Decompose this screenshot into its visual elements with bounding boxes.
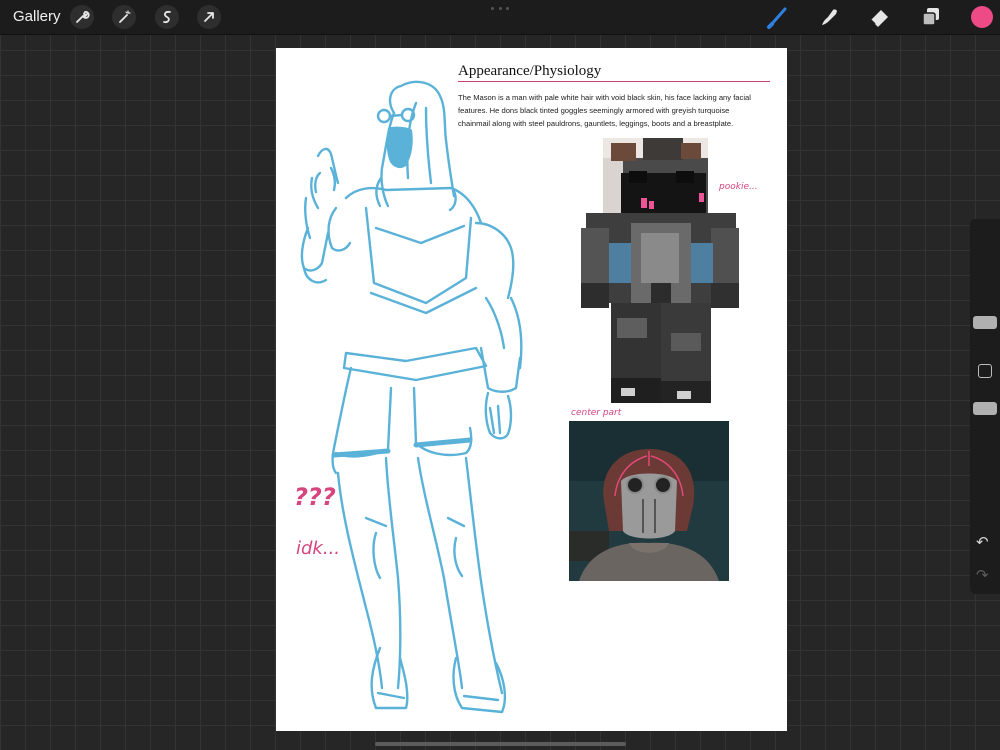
right-sidebar: ↶ ↷ (970, 219, 1000, 594)
character-portrait (569, 421, 729, 581)
redo-icon[interactable]: ↷ (976, 568, 989, 584)
color-swatch[interactable] (971, 6, 993, 28)
center-part-note: center part (571, 408, 622, 418)
eraser-icon[interactable] (867, 5, 893, 29)
top-toolbar: Gallery (0, 0, 1000, 35)
minecraft-skin-image (581, 138, 739, 403)
opacity-slider[interactable] (973, 402, 997, 415)
selection-icon[interactable] (155, 5, 179, 29)
idk-note: idk... (296, 538, 341, 559)
brush-icon[interactable] (765, 5, 791, 29)
modify-square-icon[interactable] (978, 364, 992, 378)
doc-description: The Mason is a man with pale white hair … (458, 93, 751, 128)
layers-icon[interactable] (918, 5, 944, 29)
drawing-canvas[interactable]: Appearance/Physiology The Mason is a man… (276, 48, 787, 731)
skin-note: pookie... (719, 182, 758, 192)
magic-wand-icon[interactable] (112, 5, 136, 29)
question-note: ??? (294, 483, 336, 511)
transform-arrow-icon[interactable] (197, 5, 221, 29)
drag-handle[interactable] (491, 7, 509, 10)
wrench-icon[interactable] (70, 5, 94, 29)
gallery-button[interactable]: Gallery (13, 8, 61, 25)
undo-icon[interactable]: ↶ (976, 535, 989, 551)
brush-size-slider[interactable] (973, 316, 997, 329)
home-indicator (375, 742, 626, 746)
smudge-icon[interactable] (816, 5, 842, 29)
doc-title: Appearance/Physiology (458, 63, 770, 82)
